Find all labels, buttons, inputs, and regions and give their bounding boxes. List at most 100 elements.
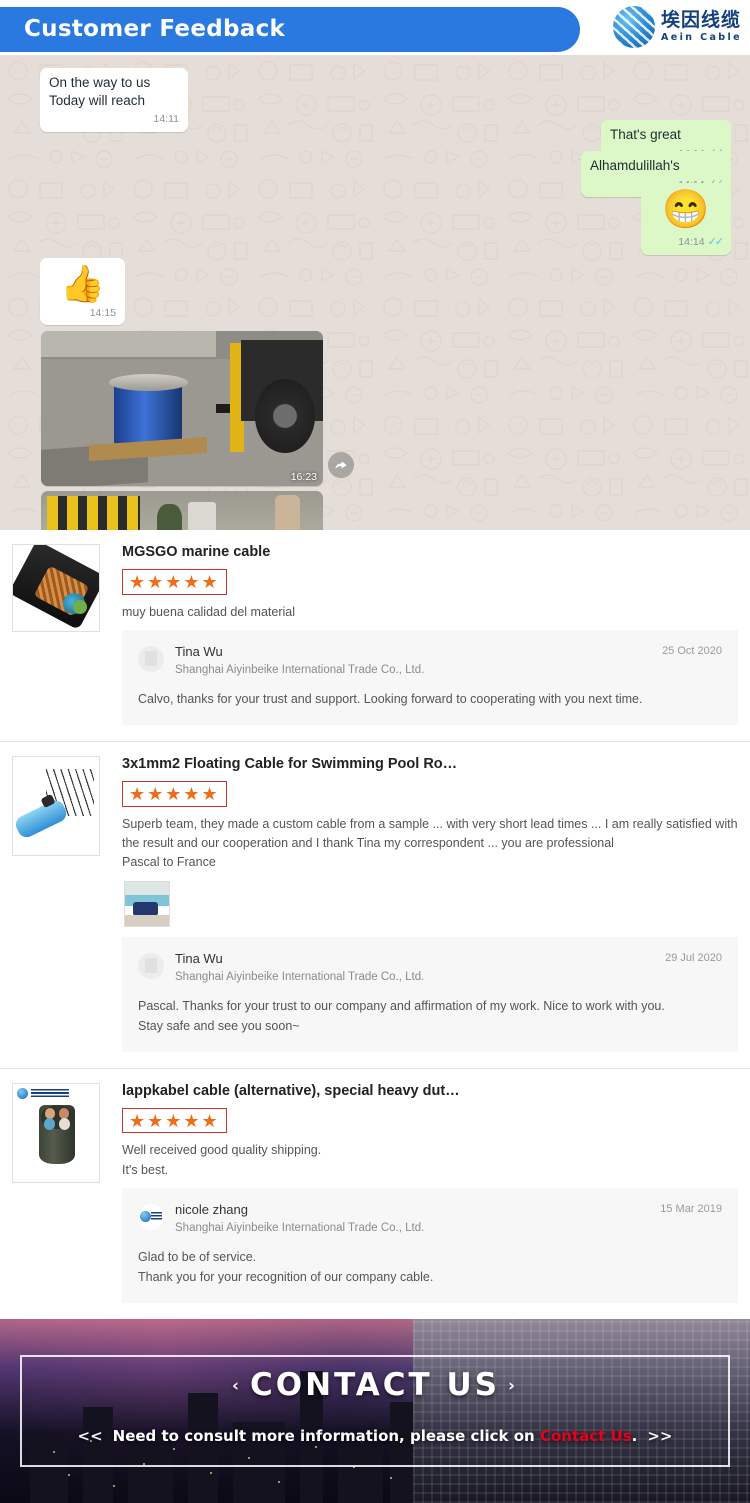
arrows-left-icon: << — [68, 1427, 113, 1445]
chat-photo-cable-drum[interactable]: 16:23 — [41, 331, 323, 486]
heavy-duty-cable-thumbnail[interactable] — [12, 1083, 100, 1183]
photo-barrier — [47, 496, 140, 530]
star-rating: ★★★★★ — [129, 572, 220, 593]
photo-person — [275, 495, 300, 530]
chat-messages: On the way to us Today will reach 14:11 … — [0, 55, 750, 530]
customer-feedback-page: Customer Feedback 埃因线缆 Aein Cable — [0, 0, 750, 1503]
photo-chair — [188, 502, 216, 530]
reply-header: Tina Wu Shanghai Aiyinbeike Internationa… — [138, 644, 722, 676]
reply-company-name: Shanghai Aiyinbeike International Trade … — [175, 664, 424, 676]
whatsapp-chat-screenshot: On the way to us Today will reach 14:11 … — [0, 55, 750, 530]
reply-header: nicole zhang Shanghai Aiyinbeike Interna… — [138, 1202, 722, 1234]
reply-company-name: Shanghai Aiyinbeike International Trade … — [175, 971, 424, 983]
star-rating: ★★★★★ — [129, 1111, 220, 1132]
chat-bubble-text: On the way to us Today will reach — [49, 74, 179, 110]
contact-us-title: ‹CONTACT US› — [0, 1367, 750, 1403]
review-text: Well received good quality shipping. It'… — [122, 1141, 738, 1180]
globe-logo-icon — [17, 1088, 28, 1099]
photo-cable-drum — [114, 382, 182, 447]
contact-us-banner[interactable]: ‹CONTACT US› <<Need to consult more info… — [0, 1319, 750, 1503]
subtitle-before-text: Need to consult more information, please… — [113, 1427, 540, 1445]
product-title[interactable]: lappkabel cable (alternative), special h… — [122, 1083, 738, 1099]
header-title-pill: Customer Feedback — [0, 7, 580, 52]
rating-badge: ★★★★★ — [122, 569, 227, 595]
chat-timestamp: 14:14 — [678, 235, 704, 249]
chat-bubble-emoji-incoming: 👍 14:15 — [40, 258, 125, 325]
chat-bubble-meta: 14:15 — [90, 306, 116, 320]
cable-blue-jacket — [13, 798, 69, 840]
reply-text: Glad to be of service. Thank you for you… — [138, 1247, 722, 1287]
review-text: Superb team, they made a custom cable fr… — [122, 815, 738, 873]
review-body: 3x1mm2 Floating Cable for Swimming Pool … — [122, 756, 738, 1052]
product-title[interactable]: MGSGO marine cable — [122, 544, 738, 560]
reply-text: Pascal. Thanks for your trust to our com… — [138, 996, 722, 1036]
reply-header: Tina Wu Shanghai Aiyinbeike Internationa… — [138, 951, 722, 983]
logo-text-mark — [151, 1212, 162, 1221]
globe-logo-icon — [140, 1211, 151, 1222]
avatar-placeholder-icon — [145, 958, 157, 973]
contact-us-link[interactable]: Contact Us — [540, 1427, 632, 1445]
page-title: Customer Feedback — [0, 16, 285, 42]
chat-photo-street[interactable] — [41, 491, 323, 530]
review-item: lappkabel cable (alternative), special h… — [0, 1068, 750, 1319]
product-title[interactable]: 3x1mm2 Floating Cable for Swimming Pool … — [122, 756, 738, 772]
avatar — [138, 1204, 164, 1230]
chat-timestamp: 14:11 — [154, 112, 180, 126]
chat-photo-timestamp: 16:23 — [291, 471, 317, 483]
rating-badge: ★★★★★ — [122, 781, 227, 807]
cable-core — [44, 1118, 55, 1130]
review-text: muy buena calidad del material — [122, 603, 738, 622]
chat-bubble-incoming: On the way to us Today will reach 14:11 — [40, 68, 188, 132]
review-item: MGSGO marine cable ★★★★★ muy buena calid… — [0, 530, 750, 741]
reply-date: 29 Jul 2020 — [665, 952, 722, 964]
floating-cable-thumbnail[interactable] — [12, 756, 100, 856]
seller-reply: Tina Wu Shanghai Aiyinbeike Internationa… — [122, 937, 738, 1052]
page-header: Customer Feedback 埃因线缆 Aein Cable — [0, 0, 750, 55]
contact-subtitle: <<Need to consult more information, plea… — [0, 1427, 750, 1445]
review-photo[interactable] — [124, 881, 170, 927]
chat-bubble-text: That's great — [610, 126, 722, 144]
chat-bubble-meta: 14:11 — [154, 112, 180, 126]
review-body: MGSGO marine cable ★★★★★ muy buena calid… — [122, 544, 738, 725]
cable-core — [73, 600, 87, 614]
cable-core — [59, 1118, 70, 1130]
brand-logo: 埃因线缆 Aein Cable — [613, 6, 742, 48]
review-body: lappkabel cable (alternative), special h… — [122, 1083, 738, 1303]
avatar-placeholder-icon — [145, 651, 157, 666]
star-rating: ★★★★★ — [129, 784, 220, 805]
reply-author-block: nicole zhang Shanghai Aiyinbeike Interna… — [175, 1202, 424, 1234]
reply-author-block: Tina Wu Shanghai Aiyinbeike Internationa… — [175, 951, 424, 983]
chat-timestamp: 14:15 — [90, 306, 116, 320]
watermark-text — [31, 1089, 69, 1098]
arrows-right-icon: >> — [637, 1427, 682, 1445]
reply-date: 25 Oct 2020 — [662, 645, 722, 657]
brand-name-en: Aein Cable — [661, 33, 742, 43]
rating-badge: ★★★★★ — [122, 1108, 227, 1134]
avatar — [138, 646, 164, 672]
brand-name-cn: 埃因线缆 — [661, 11, 742, 30]
forward-arrow-glyph — [334, 458, 348, 472]
photo-deck — [125, 915, 169, 926]
photo-pool-robot — [133, 902, 158, 915]
marine-cable-thumbnail[interactable] — [12, 544, 100, 632]
photo-plant — [157, 504, 182, 530]
brand-text: 埃因线缆 Aein Cable — [661, 11, 742, 43]
reply-author-name: nicole zhang — [175, 1202, 424, 1219]
thumbs-up-emoji: 👍 — [49, 264, 116, 304]
chat-bubble-text: Alhamdulillah's — [590, 157, 722, 175]
seller-reply: nicole zhang Shanghai Aiyinbeike Interna… — [122, 1188, 738, 1303]
globe-logo-icon — [613, 6, 655, 48]
photo-tyre — [255, 379, 314, 453]
grinning-face-emoji: 😁 — [650, 189, 722, 233]
reply-author-name: Tina Wu — [175, 644, 424, 661]
avatar — [138, 953, 164, 979]
forward-arrow-icon[interactable] — [328, 452, 354, 478]
reply-date: 15 Mar 2019 — [660, 1203, 722, 1215]
reply-author-block: Tina Wu Shanghai Aiyinbeike Internationa… — [175, 644, 424, 676]
photo-wall — [41, 331, 216, 357]
reviews-list: MGSGO marine cable ★★★★★ muy buena calid… — [0, 530, 750, 1319]
photo-sky — [125, 882, 169, 895]
reply-author-name: Tina Wu — [175, 951, 424, 968]
caret-right-icon: › — [500, 1376, 526, 1396]
chat-bubble-meta: 14:14 ✓✓ — [678, 235, 722, 250]
